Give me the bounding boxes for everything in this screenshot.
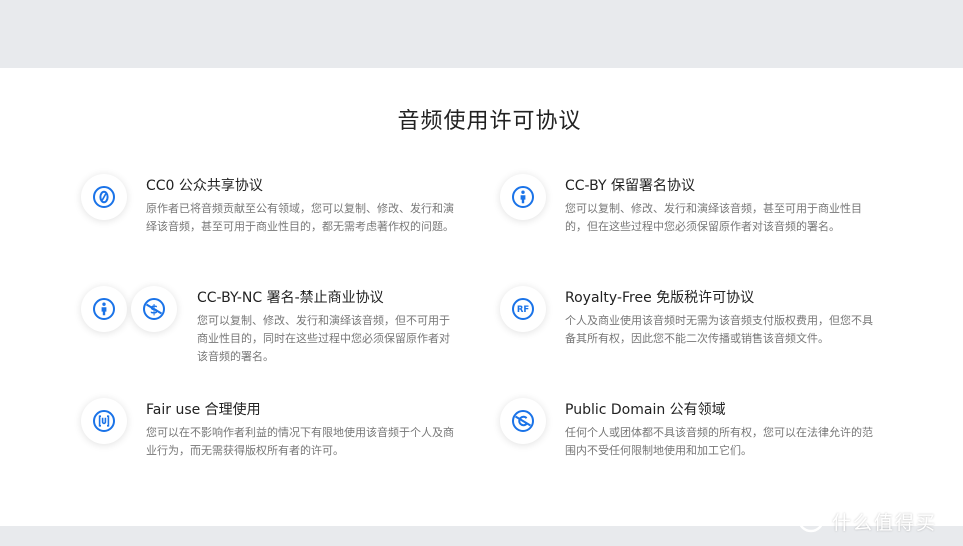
attribution-icon <box>500 174 546 220</box>
cc-zero-icon <box>81 174 127 220</box>
attribution-icon <box>81 286 127 332</box>
royalty-free-icon: RF <box>500 286 546 332</box>
license-title: Royalty-Free 免版税许可协议 <box>565 290 755 306</box>
license-title: Fair use 合理使用 <box>146 402 261 418</box>
license-desc: 任何个人或团体都不具该音频的所有权，您可以在法律允许的范围内不受任何限制地使用和… <box>565 426 873 457</box>
license-desc: 您可以在不影响作者利益的情况下有限地使用该音频于个人及商业行为，而无需获得版权所… <box>146 426 454 457</box>
smzdm-logo-icon <box>796 504 826 538</box>
license-title: CC0 公众共享协议 <box>146 178 263 194</box>
license-desc: 原作者已将音频贡献至公有领域，您可以复制、修改、发行和演绎该音频，甚至可用于商业… <box>146 202 454 233</box>
watermark: 什么值得买 <box>796 504 937 538</box>
page-title: 音频使用许可协议 <box>397 109 582 134</box>
license-desc: 个人及商业使用该音频时无需为该音频支付版权费用，但您不具备其所有权，因此您不能二… <box>565 314 873 345</box>
license-title: CC-BY-NC 署名-禁止商业协议 <box>197 290 384 306</box>
watermark-text: 什么值得买 <box>832 511 938 534</box>
license-title: CC-BY 保留署名协议 <box>565 178 695 194</box>
non-commercial-icon: $ <box>131 286 177 332</box>
svg-text:RF: RF <box>517 305 530 315</box>
fair-use-icon <box>81 398 127 444</box>
top-band <box>0 0 963 68</box>
public-domain-icon <box>500 398 546 444</box>
license-desc: 您可以复制、修改、发行和演绎该音频，但不可用于商业性目的，同时在这些过程中您必须… <box>197 314 450 363</box>
license-title: Public Domain 公有领域 <box>565 402 726 418</box>
license-desc: 您可以复制、修改、发行和演绎该音频，甚至可用于商业性目的，但在这些过程中您必须保… <box>565 202 862 233</box>
